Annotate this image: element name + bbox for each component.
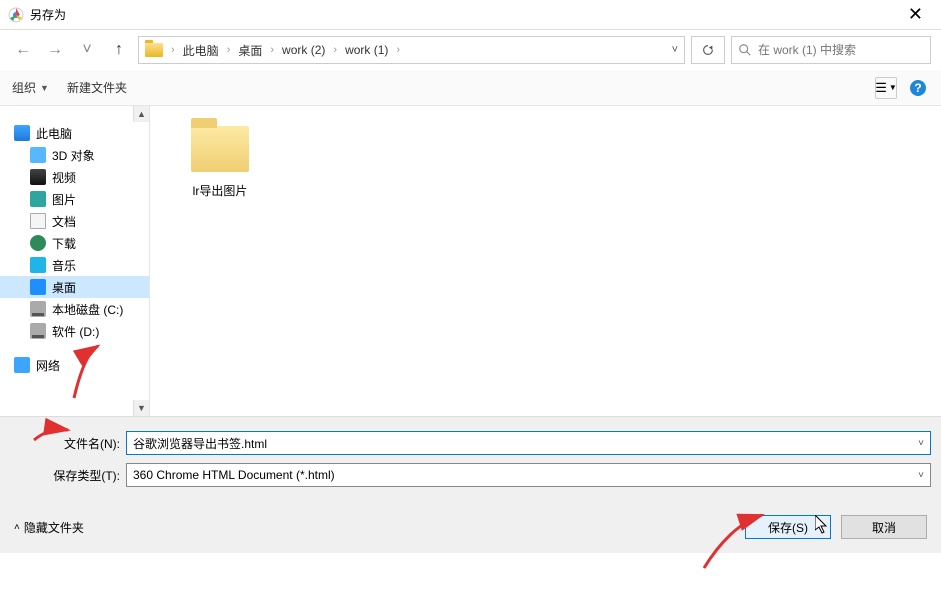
tree-item-label: 下载	[52, 235, 76, 252]
tree-item[interactable]: 软件 (D:)	[0, 320, 149, 342]
close-button[interactable]: ✕	[898, 4, 933, 25]
folder-label: lr导出图片	[193, 182, 248, 199]
tree-item-label: 桌面	[52, 279, 76, 296]
organize-menu[interactable]: 组织▼	[12, 79, 49, 96]
breadcrumb-item[interactable]: 桌面	[238, 42, 262, 59]
tree-item[interactable]: 网络	[0, 354, 149, 376]
search-icon	[738, 43, 752, 57]
window-title: 另存为	[30, 6, 898, 23]
view-options-button[interactable]: ☰▼	[875, 77, 897, 99]
net-icon	[14, 357, 30, 373]
search-box[interactable]	[731, 36, 931, 64]
chrome-icon	[8, 7, 24, 23]
help-button[interactable]: ?	[907, 77, 929, 99]
chevron-right-icon: ›	[333, 44, 337, 56]
tree-item-label: 软件 (D:)	[52, 323, 99, 340]
tree-item[interactable]: 3D 对象	[0, 144, 149, 166]
new-folder-button[interactable]: 新建文件夹	[67, 79, 127, 96]
filename-input[interactable]: 谷歌浏览器导出书签.html ˅	[126, 431, 931, 455]
tree-item[interactable]: 桌面	[0, 276, 149, 298]
chevron-right-icon: ›	[396, 44, 400, 56]
vid-icon	[30, 169, 46, 185]
search-input[interactable]	[758, 43, 924, 57]
tree-item[interactable]: 视频	[0, 166, 149, 188]
hide-folders-toggle[interactable]: ˄隐藏文件夹	[14, 519, 84, 536]
tree-item-label: 视频	[52, 169, 76, 186]
navigation-tree[interactable]: ▲ 此电脑 3D 对象视频图片文档下载音乐桌面本地磁盘 (C:) 软件 (D:) 网络…	[0, 106, 150, 416]
chevron-right-icon: ›	[270, 44, 274, 56]
chevron-right-icon: ›	[227, 44, 231, 56]
save-button[interactable]: 保存(S)	[745, 515, 831, 539]
tree-item-label: 3D 对象	[52, 147, 95, 164]
svg-text:?: ?	[914, 81, 921, 95]
filename-label: 文件名(N):	[10, 435, 120, 452]
file-list-pane[interactable]: lr导出图片	[150, 106, 941, 416]
pic-icon	[30, 191, 46, 207]
cancel-button[interactable]: 取消	[841, 515, 927, 539]
hd-icon	[30, 323, 46, 339]
chevron-right-icon: ›	[171, 44, 175, 56]
3d-icon	[30, 147, 46, 163]
dl-icon	[30, 235, 46, 251]
tree-item-label: 文档	[52, 213, 76, 230]
tree-item[interactable]: 文档	[0, 210, 149, 232]
chevron-down-icon[interactable]: ˅	[672, 44, 678, 56]
back-button[interactable]: ←	[10, 36, 36, 64]
filetype-label: 保存类型(T):	[10, 467, 120, 484]
tree-item-label: 音乐	[52, 257, 76, 274]
tree-item-label: 图片	[52, 191, 76, 208]
tree-item[interactable]: 此电脑	[0, 122, 149, 144]
breadcrumb-item[interactable]: work (2)	[282, 43, 325, 57]
recent-button[interactable]: ˅	[74, 36, 100, 64]
filetype-select[interactable]: 360 Chrome HTML Document (*.html) ˅	[126, 463, 931, 487]
tree-item-label: 本地磁盘 (C:)	[52, 301, 123, 318]
tree-item[interactable]: 下载	[0, 232, 149, 254]
tree-item[interactable]: 音乐	[0, 254, 149, 276]
address-bar[interactable]: › 此电脑 › 桌面 › work (2) › work (1) › ˅	[138, 36, 685, 64]
tree-item[interactable]: 图片	[0, 188, 149, 210]
forward-button: →	[42, 36, 68, 64]
folder-icon	[191, 126, 249, 172]
desk-icon	[30, 279, 46, 295]
tree-item[interactable]: 本地磁盘 (C:)	[0, 298, 149, 320]
up-button[interactable]: ↑	[106, 36, 132, 64]
chevron-down-icon[interactable]: ˅	[918, 438, 924, 449]
scroll-down-button[interactable]: ▼	[133, 400, 149, 416]
chevron-down-icon[interactable]: ˅	[918, 470, 924, 481]
breadcrumb-item[interactable]: 此电脑	[183, 42, 219, 59]
hd-icon	[30, 301, 46, 317]
breadcrumb-item[interactable]: work (1)	[345, 43, 388, 57]
tree-item-label: 网络	[36, 357, 60, 374]
scroll-up-button[interactable]: ▲	[133, 106, 149, 122]
folder-item[interactable]: lr导出图片	[170, 126, 270, 199]
mus-icon	[30, 257, 46, 273]
refresh-button[interactable]	[691, 36, 725, 64]
pc-icon	[14, 125, 30, 141]
doc-icon	[30, 213, 46, 229]
tree-item-label: 此电脑	[36, 125, 72, 142]
folder-icon	[145, 43, 163, 57]
